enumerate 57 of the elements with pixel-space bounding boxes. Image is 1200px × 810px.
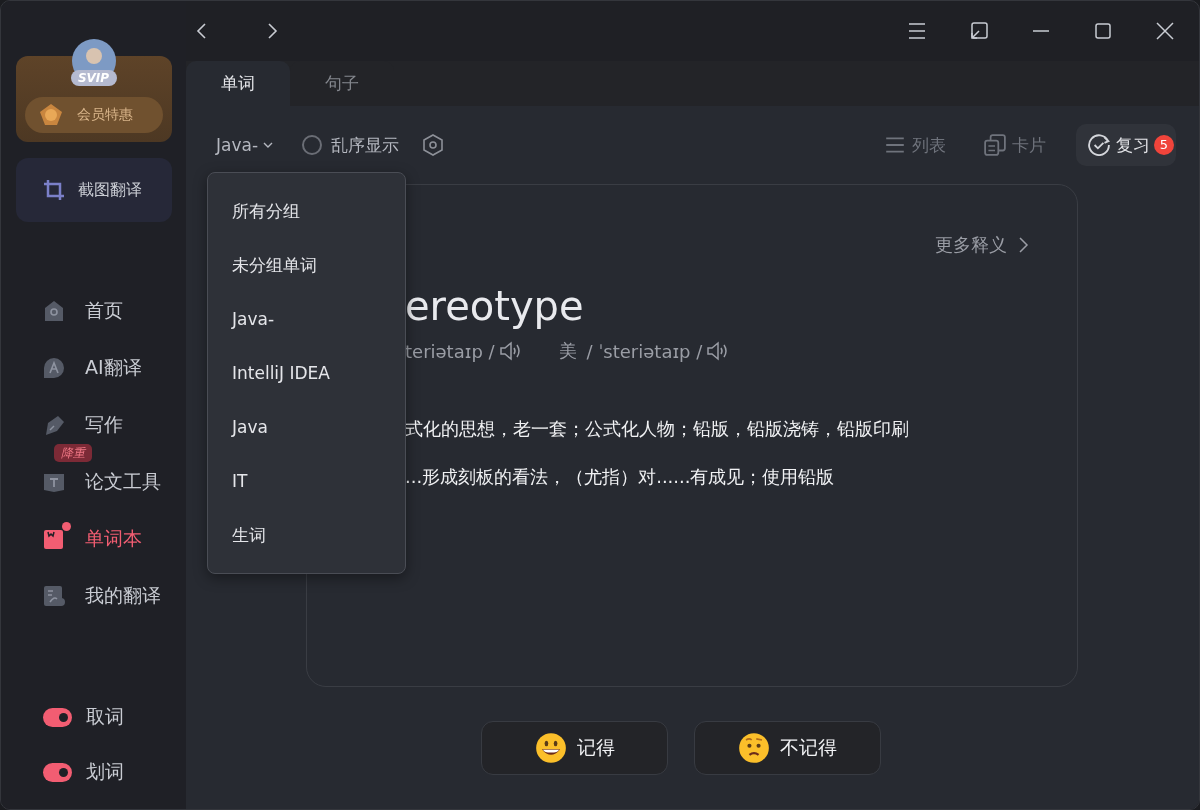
paper-icon [43,471,65,493]
menu-item[interactable]: IT [208,454,405,508]
menu-item[interactable]: 生词 [208,508,405,562]
menu-icon [907,21,927,41]
menu-item[interactable]: Java [208,400,405,454]
toggle-switch[interactable] [43,707,72,727]
toggle-label: 划词 [86,759,124,784]
view-tab[interactable]: 复习 5 [1076,124,1176,166]
toggle-switch[interactable] [43,762,72,782]
ai-icon [43,357,65,379]
nav-item[interactable]: 写作 [1,407,186,443]
chevron-down-icon [262,141,275,149]
count-badge: 5 [1154,135,1174,155]
close-icon [1155,21,1175,41]
nav-item[interactable]: 论文工具 [1,464,186,500]
restore-icon [969,21,989,41]
screenshot-translate-button[interactable]: 截图翻译 [15,158,172,222]
toggle-label: 取词 [86,704,124,729]
nav-item[interactable]: AI翻译 [1,350,186,386]
word-title: ereotype [405,283,585,329]
definition-text: 式化的思想，老一套；公式化人物；铅版，铅版浇铸，铅版印刷 [405,417,910,441]
menu-item[interactable]: 未分组单词 [208,238,405,292]
write-icon [43,414,65,436]
crop-icon [41,178,66,202]
menu-item[interactable]: Java- [208,292,405,346]
menu-item[interactable]: 所有分组 [208,184,405,238]
answer-button[interactable]: 不记得 [694,721,881,775]
chevron-right-icon [1017,236,1029,254]
history-icon [43,585,65,607]
settings-icon [421,133,446,157]
phonetic-text: teriətaɪp / [405,340,495,362]
feature-badge: 降重 [54,444,92,462]
worried-face-icon [738,732,770,764]
menu-item[interactable]: IntelliJ IDEA [208,346,405,400]
home-icon [43,300,65,322]
maximize-icon [1093,21,1113,41]
smiley-icon [534,732,567,764]
phonetic-region: 美 [558,339,577,363]
definition-text: ...形成刻板的看法，（尤指）对......有成见；使用铅版 [405,465,836,489]
phonetic-text: / ˈsteriətaɪp / [586,340,703,362]
vip-offer-button[interactable]: 会员特惠 [24,97,163,133]
shuffle-label: 乱序显示 [331,133,400,157]
more-definitions-link[interactable]: 更多释义 [935,233,1029,257]
minimize-icon [1033,30,1049,32]
shuffle-radio[interactable] [302,135,323,155]
group-dropdown[interactable]: Java- [216,135,275,155]
answer-button[interactable]: 记得 [481,721,668,775]
nav-item[interactable]: 我的翻译 [1,578,186,614]
tab[interactable]: 单词 [186,61,290,106]
nav-item[interactable]: 首页 [1,293,186,329]
speaker-icon [498,340,523,362]
card-icon [984,134,1006,156]
review-icon [1088,134,1110,156]
wordbook-icon [43,528,65,550]
vip-badge: SVIP [70,70,117,86]
coin-icon [38,103,63,127]
nav-item[interactable]: 单词本 [1,521,186,557]
